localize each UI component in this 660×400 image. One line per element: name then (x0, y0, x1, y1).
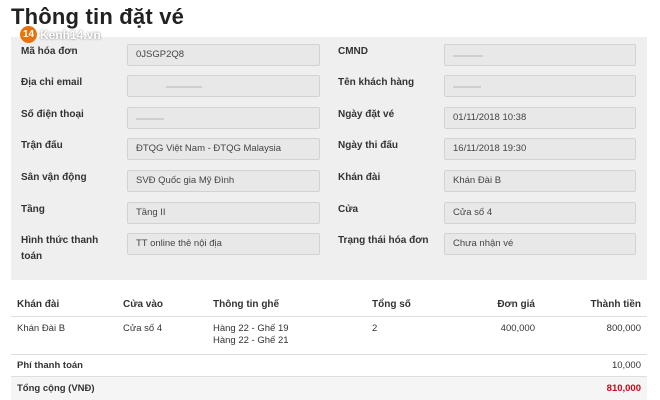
header-gate: Cửa vào (123, 299, 164, 310)
label-customer-name: Tên khách hàng (338, 77, 415, 88)
field-stadium: SVĐ Quốc gia Mỹ Đình (127, 170, 320, 192)
info-row-email: Địa chỉ email Tên khách hàng (11, 75, 647, 105)
header-quantity: Tổng số (372, 299, 411, 310)
label-match-date: Ngày thi đấu (338, 140, 399, 151)
label-id-card: CMND (338, 46, 368, 57)
label-booking-date: Ngày đặt vé (338, 109, 395, 120)
field-phone (127, 107, 320, 129)
label-floor: Tầng (21, 204, 45, 215)
header-subtotal: Thành tiền (590, 299, 641, 310)
header-unit-price: Đơn giá (497, 299, 535, 310)
label-phone: Số điện thoại (21, 109, 84, 120)
booking-info-panel: Mã hóa đơn 0JSGP2Q8 CMND Địa chỉ email T… (11, 37, 647, 280)
field-floor: Tầng II (127, 202, 320, 224)
info-row-phone: Số điện thoại Ngày đặt vé 01/11/2018 10:… (11, 107, 647, 137)
field-invoice-code: 0JSGP2Q8 (127, 44, 320, 66)
field-booking-date: 01/11/2018 10:38 (444, 107, 636, 129)
label-payment-method: Hình thức thanh toán (21, 235, 99, 262)
field-id-card (444, 44, 636, 66)
header-seat-info: Thông tin ghế (213, 299, 280, 310)
header-stand: Khán đài (17, 299, 60, 310)
field-match-date: 16/11/2018 19:30 (444, 138, 636, 160)
label-gate: Cửa (338, 204, 359, 215)
watermark-text: Kenh14.vn (40, 27, 101, 42)
label-email: Địa chỉ email (21, 77, 83, 88)
fee-label: Phí thanh toán (17, 360, 83, 371)
field-invoice-status: Chưa nhận vé (444, 233, 636, 255)
label-invoice-code: Mã hóa đơn (21, 46, 78, 57)
label-invoice-status: Trạng thái hóa đơn (338, 235, 429, 246)
field-customer-name (444, 75, 636, 97)
label-stand: Khán đài (338, 172, 381, 183)
watermark-logo-icon: 14 (20, 26, 37, 43)
cell-unit-price: 400,000 (500, 323, 535, 334)
cell-gate: Cửa số 4 (123, 323, 163, 334)
field-match: ĐTQG Việt Nam - ĐTQG Malaysia (127, 138, 320, 160)
cell-seat-1: Hàng 22 - Ghế 19 (213, 323, 289, 334)
cell-seat-2: Hàng 22 - Ghế 21 (213, 335, 289, 346)
total-value: 810,000 (606, 383, 641, 394)
cell-stand: Khán Đài B (17, 323, 66, 334)
label-stadium: Sân vận động (21, 172, 87, 183)
info-row-match: Trận đấu ĐTQG Việt Nam - ĐTQG Malaysia N… (11, 138, 647, 168)
fee-row: Phí thanh toán 10,000 (11, 355, 647, 377)
total-row: Tổng cộng (VNĐ) 810,000 (11, 377, 647, 400)
label-match: Trận đấu (21, 140, 63, 151)
info-row-invoice: Mã hóa đơn 0JSGP2Q8 CMND (11, 44, 647, 74)
total-label: Tổng cộng (VNĐ) (17, 383, 95, 394)
info-row-stadium: Sân vận động SVĐ Quốc gia Mỹ Đình Khán đ… (11, 170, 647, 200)
info-row-floor: Tầng Tầng II Cửa Cửa số 4 (11, 202, 647, 232)
info-row-payment: Hình thức thanh toán TT online thẻ nội đ… (11, 233, 647, 273)
fee-value: 10,000 (611, 360, 641, 371)
cell-subtotal: 800,000 (606, 323, 641, 334)
field-stand: Khán Đài B (444, 170, 636, 192)
field-payment-method: TT online thẻ nội địa (127, 233, 320, 255)
field-gate: Cửa số 4 (444, 202, 636, 224)
table-row: Khán Đài B Cửa số 4 Hàng 22 - Ghế 19 Hàn… (11, 317, 647, 355)
table-header-row: Khán đài Cửa vào Thông tin ghế Tổng số Đ… (11, 293, 647, 317)
field-email (127, 75, 320, 97)
watermark: 14 Kenh14.vn (20, 26, 101, 43)
cell-quantity: 2 (372, 323, 378, 334)
